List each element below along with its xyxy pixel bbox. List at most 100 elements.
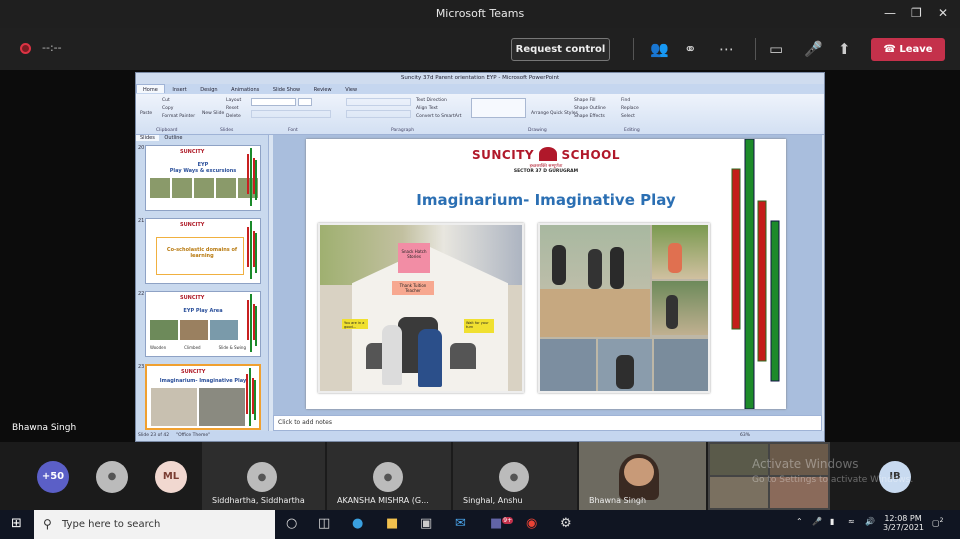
- request-control-button[interactable]: Request control: [511, 38, 610, 61]
- text-direction-button[interactable]: Text Direction: [416, 98, 447, 103]
- find-button[interactable]: Find: [621, 98, 630, 103]
- select-button[interactable]: Select: [621, 114, 635, 119]
- paragraph-row-1[interactable]: [346, 98, 411, 106]
- slide-thumbnail[interactable]: SUNCITY Co-scholastic domains of learnin…: [145, 218, 261, 284]
- align-text-button[interactable]: Align Text: [416, 106, 438, 111]
- windows-start-icon[interactable]: ⊞: [11, 516, 22, 531]
- leave-button[interactable]: ☎ Leave: [871, 38, 945, 61]
- watermark-line1: Activate Windows: [752, 457, 859, 471]
- notes-pane[interactable]: Click to add notes: [273, 415, 822, 431]
- shape-fill-button[interactable]: Shape Fill: [574, 98, 596, 103]
- replace-button[interactable]: Replace: [621, 106, 639, 111]
- font-name-select[interactable]: [251, 98, 296, 106]
- thumb-bars: [246, 368, 256, 426]
- tray-chevron-icon[interactable]: ⌃: [796, 517, 803, 526]
- playhouse-photo: Snack Hatch Stories Thank Tuition Teache…: [318, 223, 524, 393]
- paste-button[interactable]: Paste: [140, 111, 152, 116]
- teams-window: Microsoft Teams — ❐ ✕ --:-- Request cont…: [0, 0, 960, 539]
- task-view-icon[interactable]: ◫: [318, 516, 330, 531]
- logo-subtitle: SECTOR 37 D GURUGRAM: [513, 169, 579, 174]
- current-slide[interactable]: SUNCITY SCHOOL इच्छाशक्ति सम्पूर्णता SEC…: [306, 139, 786, 409]
- caption: Wooden: [150, 345, 167, 350]
- delete-button[interactable]: Delete: [226, 114, 241, 119]
- cortana-icon[interactable]: ○: [286, 516, 297, 531]
- chrome-icon[interactable]: ◉: [526, 516, 537, 531]
- sign-good: You are in a good...: [342, 319, 368, 329]
- settings-icon[interactable]: ⚙: [560, 516, 572, 531]
- format-painter-button[interactable]: Format Painter: [162, 114, 195, 119]
- tab-outline[interactable]: Outline: [160, 135, 186, 141]
- thumb-logo: SUNCITY: [180, 149, 205, 155]
- teams-icon[interactable]: ■9+: [490, 516, 514, 531]
- maximize-icon[interactable]: ❐: [911, 6, 922, 20]
- sign-thank: Thank Tuition Teacher: [392, 281, 434, 295]
- file-explorer-icon[interactable]: ■: [386, 516, 398, 531]
- thumb-number: 23: [138, 364, 145, 370]
- new-slide-button[interactable]: New Slide: [202, 111, 224, 116]
- clock[interactable]: 12:08 PM 3/27/2021: [883, 514, 924, 532]
- shape-effects-button[interactable]: Shape Effects: [574, 114, 605, 119]
- shapes-gallery[interactable]: [471, 98, 526, 118]
- thumb-photos: [150, 320, 240, 342]
- thumb-bars: [247, 221, 257, 279]
- wifi-icon[interactable]: ≈: [848, 517, 855, 526]
- slide-count: Slide 23 of 42: [138, 433, 170, 438]
- font-format-row[interactable]: [251, 110, 331, 118]
- group-clipboard: Clipboard: [156, 128, 178, 133]
- zoom-level[interactable]: 63%: [740, 433, 750, 438]
- edge-icon[interactable]: ●: [352, 516, 363, 531]
- layout-button[interactable]: Layout: [226, 98, 241, 103]
- group-editing: Editing: [624, 128, 640, 133]
- chat-icon[interactable]: ⚭: [684, 40, 697, 58]
- battery-icon[interactable]: ▮: [830, 517, 834, 526]
- avatar: ●: [373, 462, 403, 492]
- thumb-title: Imaginarium- Imaginative Play: [159, 378, 247, 384]
- tab-view[interactable]: View: [339, 85, 363, 93]
- sign-snack: Snack Hatch Stories: [398, 243, 430, 273]
- slide-thumbnail[interactable]: SUNCITY EYP Play Ways & excursions: [145, 145, 261, 211]
- tab-animations[interactable]: Animations: [225, 85, 265, 93]
- tab-home[interactable]: Home: [136, 84, 165, 93]
- copy-button[interactable]: Copy: [162, 106, 173, 111]
- slide-thumbnail[interactable]: SUNCITY EYP Play Area Wooden Climbed Slide…: [145, 291, 261, 357]
- mic-tray-icon[interactable]: 🎤: [812, 517, 822, 526]
- thumb-logo: SUNCITY: [180, 222, 205, 228]
- slide-thumbnail-selected[interactable]: SUNCITY Imaginarium- Imaginative Play: [145, 364, 261, 430]
- arrange-button[interactable]: Arrange: [531, 111, 549, 116]
- tab-slide-show[interactable]: Slide Show: [267, 85, 306, 93]
- tab-review[interactable]: Review: [308, 85, 338, 93]
- slides-pane: Slides Outline 20 SUNCITY EYP Play Ways …: [136, 135, 269, 431]
- thumb-title: EYP Play Area: [183, 308, 223, 314]
- reset-button[interactable]: Reset: [226, 106, 239, 111]
- paragraph-row-2[interactable]: [346, 110, 411, 118]
- mic-off-icon[interactable]: 🎤: [804, 40, 823, 58]
- minimize-icon[interactable]: —: [884, 6, 896, 20]
- volume-icon[interactable]: 🔊: [865, 517, 875, 526]
- thumb-number: 21: [138, 218, 145, 224]
- cut-button[interactable]: Cut: [162, 98, 170, 103]
- search-placeholder: Type here to search: [62, 519, 161, 530]
- camera-off-icon[interactable]: ▭: [769, 40, 783, 58]
- thumb-subtitle: Play Ways & excursions: [169, 168, 237, 174]
- taskbar-search[interactable]: ⚲ Type here to search: [34, 510, 275, 539]
- notifications-icon[interactable]: ▢2: [932, 517, 943, 528]
- overflow-count[interactable]: +50: [37, 461, 69, 493]
- share-icon[interactable]: ⬆: [838, 40, 851, 58]
- convert-smartart-button[interactable]: Convert to SmartArt: [416, 114, 461, 119]
- pane-tabs: Slides Outline: [136, 135, 269, 143]
- decor-bar: [770, 220, 780, 382]
- thumb-number: 20: [138, 145, 145, 151]
- mail-icon[interactable]: ✉: [455, 516, 466, 531]
- font-size-select[interactable]: [298, 98, 312, 106]
- tab-slides[interactable]: Slides: [136, 135, 159, 141]
- thumb-title: Co-scholastic domains of learning: [166, 247, 238, 259]
- close-icon[interactable]: ✕: [938, 6, 948, 20]
- more-options-icon[interactable]: ⋯: [719, 40, 734, 58]
- shape-outline-button[interactable]: Shape Outline: [574, 106, 606, 111]
- theme-name: "Office Theme": [176, 433, 211, 438]
- sign-wait: Wait for your turn: [464, 319, 494, 333]
- participants-icon[interactable]: 👥: [650, 40, 669, 58]
- tab-insert[interactable]: Insert: [166, 85, 192, 93]
- store-icon[interactable]: ▣: [420, 516, 432, 531]
- tab-design[interactable]: Design: [194, 85, 223, 93]
